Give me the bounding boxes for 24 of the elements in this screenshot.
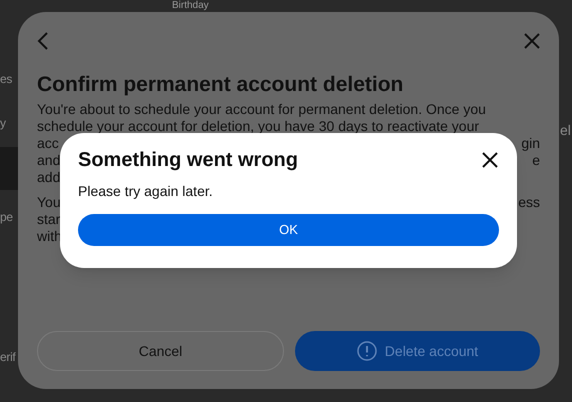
menu-label: erif [0,349,16,366]
warning-icon [356,341,377,361]
ok-button[interactable]: OK [78,214,499,246]
alert-title: Something went wrong [78,148,298,173]
menu-label: y [0,115,6,132]
menu-label: pe [0,209,13,226]
paragraph-text: and [37,152,60,169]
cancel-button[interactable]: Cancel [37,331,284,371]
paragraph-text: schedule your account for deletion, you have 30 days to reactivate your [37,118,480,135]
menu-label: es [0,71,12,88]
close-icon[interactable] [482,152,498,168]
section-heading: Birthday [172,0,209,11]
paragraph-text: You're about to schedule your account for permanent deletion. Once you [37,101,486,118]
paragraph-text: star [37,211,60,228]
back-icon[interactable] [37,32,49,50]
paragraph-text: e [532,152,540,169]
paragraph-text: add [37,169,60,186]
dialog-title: Confirm permanent account deletion [37,72,404,98]
paragraph-text: acc [37,135,59,152]
alert-message: Please try again later. [78,182,214,201]
menu-label: el [560,121,571,140]
paragraph-text: gin [521,135,540,152]
paragraph-text: ess [518,194,540,211]
paragraph-text: You [37,194,61,211]
